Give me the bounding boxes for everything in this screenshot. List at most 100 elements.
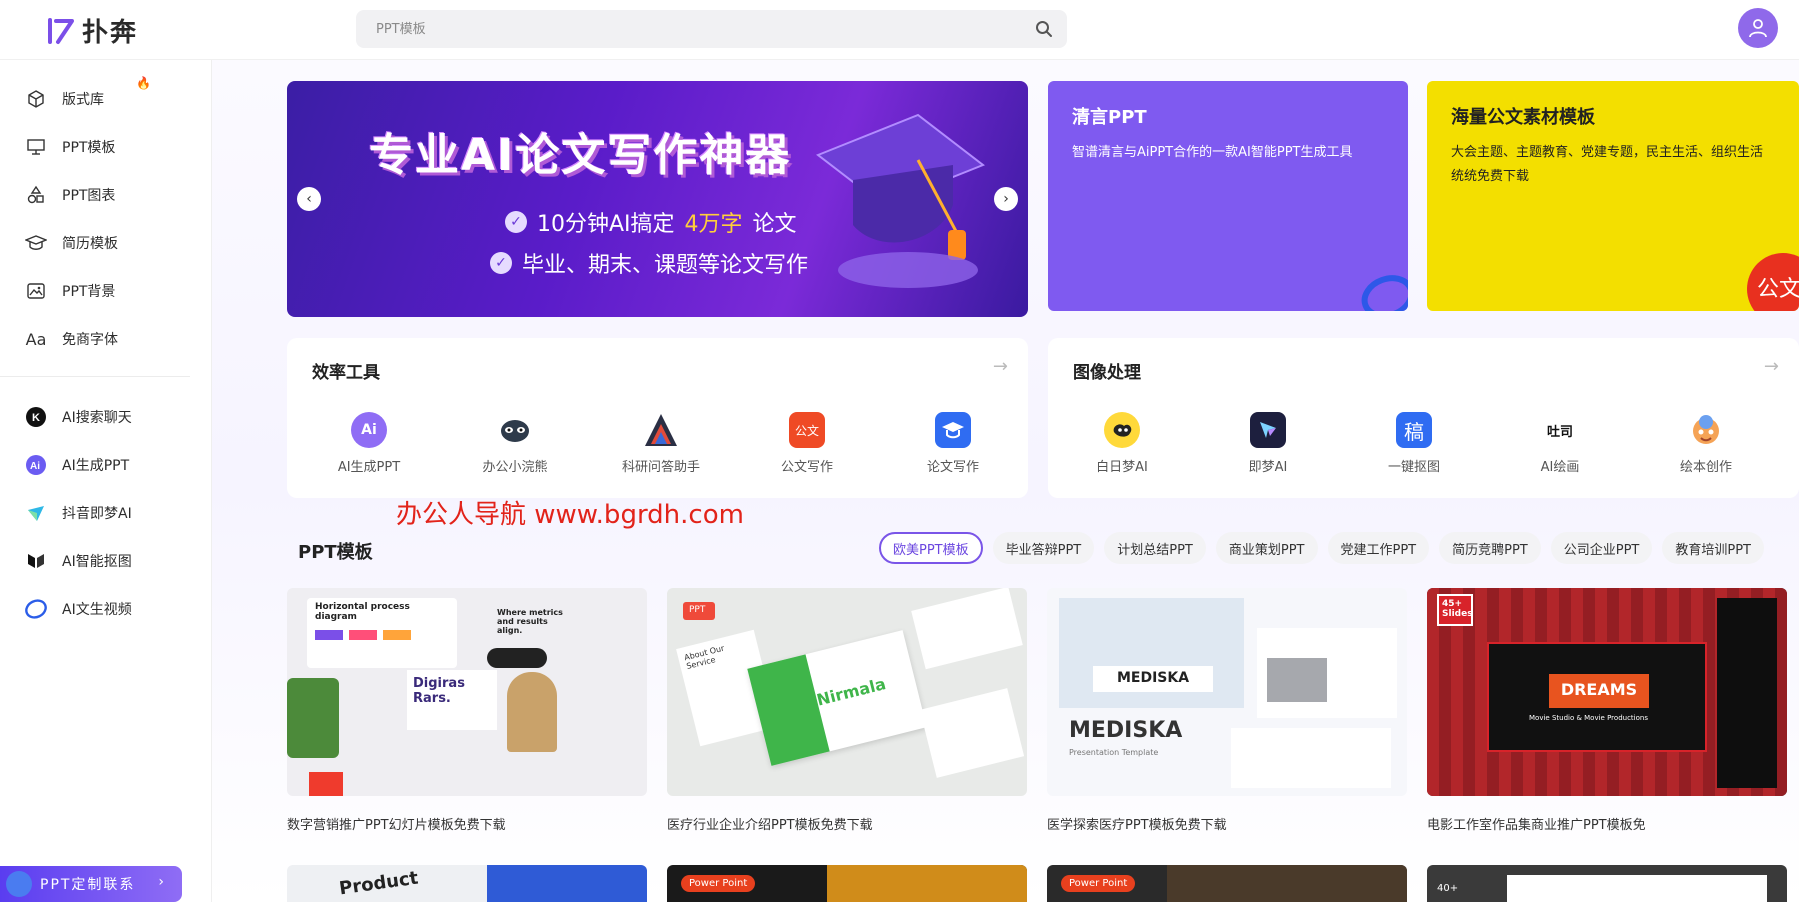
sidebar-item-ai-search[interactable]: K AI搜索聊天: [24, 400, 132, 434]
banner-prev-button[interactable]: ‹: [297, 187, 321, 211]
thumb-badge: Power Point: [681, 875, 756, 892]
tab-plan-summary[interactable]: 计划总结PPT: [1104, 532, 1206, 564]
ppt-card-title: 电影工作室作品集商业推广PPT模板免: [1427, 818, 1646, 833]
tool-picture-book[interactable]: 绘本创作: [1646, 412, 1766, 475]
promo-title: 海量公文素材模板: [1451, 107, 1595, 128]
thumb-accent: [487, 865, 647, 902]
sidebar-divider: [0, 376, 190, 377]
sidebar-item-resume[interactable]: 简历模板: [24, 226, 118, 260]
sidebar-item-douyin-dream[interactable]: 抖音即梦AI: [24, 496, 132, 530]
tab-graduation[interactable]: 毕业答辩PPT: [992, 532, 1095, 564]
custom-contact-button[interactable]: PPT定制联系 ›: [0, 866, 182, 902]
banner-line1-post: 论文: [752, 212, 797, 237]
arrow-right-icon[interactable]: →: [1764, 356, 1779, 377]
tab-party-work[interactable]: 党建工作PPT: [1327, 532, 1430, 564]
tool-label: 办公小浣熊: [482, 460, 548, 475]
ppt-card[interactable]: 45+ Slides DREAMS Movie Studio & Movie P…: [1427, 588, 1787, 833]
watermark-text: 办公人导航 www.bgrdh.com: [396, 500, 744, 530]
graduation-cap-illustration: [815, 113, 986, 288]
tab-business-plan[interactable]: 商业策划PPT: [1215, 532, 1318, 564]
sidebar-item-ppt-template[interactable]: PPT模板: [24, 130, 115, 164]
ppt-card-partial[interactable]: Power Point: [667, 865, 1027, 902]
official-doc-badge-text: 公文: [1757, 277, 1799, 302]
sidebar-item-label: PPT背景: [62, 284, 116, 300]
hero-banner[interactable]: 专业AI论文写作神器 ✓ 10分钟AI搞定 4万字 论文 ✓ 毕业、期末、课题等…: [287, 81, 1028, 317]
sidebar-item-label: AI搜索聊天: [62, 410, 132, 426]
ppt-card-partial[interactable]: 40+: [1427, 865, 1787, 902]
user-icon: [1749, 19, 1767, 38]
thumb-text: MEDISKA: [1069, 718, 1183, 743]
thumb-slide: [1507, 875, 1767, 902]
search-input[interactable]: [376, 10, 996, 48]
main-content: 专业AI论文写作神器 ✓ 10分钟AI搞定 4万字 论文 ✓ 毕业、期末、课题等…: [212, 60, 1799, 902]
cutout-gao-icon: 稿: [1396, 412, 1432, 448]
graduation-cap-icon: [24, 231, 48, 255]
banner-line2: 毕业、期末、课题等论文写作: [522, 253, 809, 278]
search-icon[interactable]: [1035, 20, 1053, 38]
tab-resume[interactable]: 简历竞聘PPT: [1439, 532, 1541, 564]
tool-office-raccoon[interactable]: 办公小浣熊: [455, 412, 575, 475]
sidebar-item-ppt-chart[interactable]: PPT图表: [24, 178, 115, 212]
sidebar-item-ai-ppt[interactable]: Ai AI生成PPT: [24, 448, 129, 482]
promo-card-qingyan[interactable]: 清言PPT 智谱清言与AiPPT合作的一款AI智能PPT生成工具: [1048, 81, 1408, 311]
sidebar-item-layout-library[interactable]: 版式库 🔥: [24, 76, 151, 116]
sidebar-item-ai-cutout[interactable]: AI智能抠图: [24, 544, 132, 578]
logo-text: 扑奔: [82, 18, 139, 48]
panel-title: 图像处理: [1073, 363, 1141, 383]
check-icon: ✓: [490, 252, 512, 274]
tool-one-click-cutout[interactable]: 稿 一键抠图: [1354, 412, 1474, 475]
custom-contact-label: PPT定制联系: [40, 877, 136, 893]
arrow-right-icon[interactable]: →: [993, 356, 1008, 377]
ppt-card[interactable]: Horizontal process diagram Digiras Rars.…: [287, 588, 647, 833]
promo-card-official-docs[interactable]: 海量公文素材模板 大会主题、主题教育、党建专题，民主生活、组织生活统统免费下载 …: [1427, 81, 1799, 311]
ppt-card-partial[interactable]: Power Point: [1047, 865, 1407, 902]
sidebar-item-label: AI智能抠图: [62, 554, 132, 570]
tool-official-writing[interactable]: 公文 公文写作: [747, 412, 867, 475]
image-tools-panel: 图像处理 → 白日梦AI 即梦AI 稿 一键抠图 吐司 AI绘画 绘本创作: [1048, 338, 1799, 498]
thumb-photo: [1267, 658, 1327, 702]
sidebar-item-free-fonts[interactable]: Aa 免商字体: [24, 322, 118, 356]
sidebar-item-label: AI文生视频: [62, 602, 132, 618]
tab-corporate[interactable]: 公司企业PPT: [1550, 532, 1653, 564]
thumb-photo: MEDISKA: [1059, 598, 1244, 708]
thumb-text: Product: [337, 867, 420, 900]
banner-line-1: ✓ 10分钟AI搞定 4万字 论文: [505, 206, 797, 238]
ppt-card[interactable]: PPT About Our Service Nirmala 医疗行业企业介绍PP…: [667, 588, 1027, 833]
tool-research-assistant[interactable]: 科研问答助手: [601, 412, 721, 475]
thumb-sunglasses: [487, 648, 547, 668]
promo-desc: 大会主题、主题教育、党建专题，民主生活、组织生活统统免费下载: [1451, 145, 1764, 184]
thumb-screen: DREAMS Movie Studio & Movie Productions: [1487, 642, 1707, 752]
thumb-accent: [747, 654, 830, 766]
tab-education[interactable]: 教育培训PPT: [1662, 532, 1764, 564]
graduation-cap-icon: [935, 412, 971, 448]
banner-next-button[interactable]: ›: [994, 187, 1018, 211]
thumb-slide: [911, 588, 1023, 670]
research-a-icon: [643, 412, 679, 448]
thumb-plant: [287, 678, 339, 758]
thumb-accent: [1167, 865, 1407, 902]
sidebar-item-ppt-background[interactable]: PPT背景: [24, 274, 115, 308]
tool-ai-ppt[interactable]: Ai AI生成PPT: [309, 412, 429, 475]
ai-search-icon: K: [24, 405, 48, 429]
tool-label: 科研问答助手: [621, 460, 700, 475]
tab-western-ppt[interactable]: 欧美PPT模板: [879, 532, 983, 564]
official-writing-icon: 公文: [789, 412, 825, 448]
user-avatar[interactable]: [1738, 8, 1778, 48]
ppt-category-tabs: 欧美PPT模板 毕业答辩PPT 计划总结PPT 商业策划PPT 党建工作PPT …: [879, 532, 1764, 564]
thumb-badge: Power Point: [1061, 875, 1136, 892]
site-logo[interactable]: 扑奔: [46, 12, 138, 49]
ppt-card[interactable]: MEDISKA MEDISKA Presentation Template 医学…: [1047, 588, 1407, 833]
tool-jimeng-ai[interactable]: 即梦AI: [1208, 412, 1328, 475]
sidebar-item-ai-video[interactable]: AI文生视频: [24, 592, 132, 626]
chevron-right-icon: ›: [1003, 191, 1009, 207]
tool-thesis-writing[interactable]: 论文写作: [893, 412, 1013, 475]
thumb-person: [507, 672, 557, 752]
tool-ai-painting[interactable]: 吐司 AI绘画: [1500, 412, 1620, 475]
thumb-main-slide: Nirmala: [747, 630, 927, 766]
thumb-panel: Digiras Rars.: [407, 670, 497, 730]
shapes-icon: [24, 183, 48, 207]
tool-daydream-ai[interactable]: 白日梦AI: [1062, 412, 1182, 475]
ppt-card-partial[interactable]: Product: [287, 865, 647, 902]
thumb-accent: [827, 865, 1027, 902]
image-icon: [24, 279, 48, 303]
